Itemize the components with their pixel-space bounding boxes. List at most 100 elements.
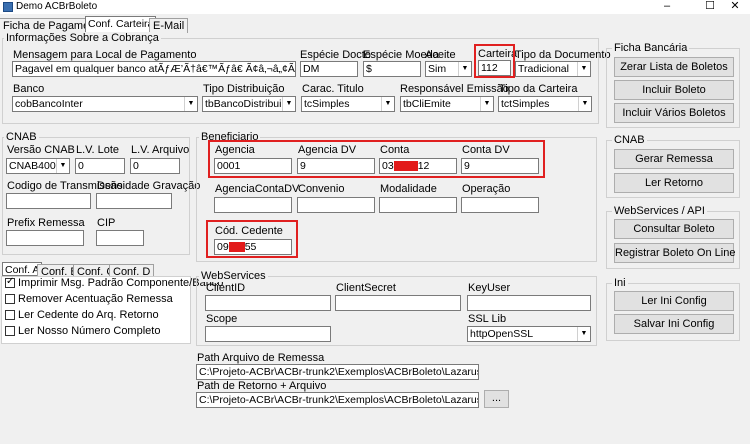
banco-label: Banco bbox=[13, 83, 45, 95]
densidade-field[interactable] bbox=[96, 193, 172, 209]
client-id-label: ClientID bbox=[206, 282, 246, 294]
incluir-varios-button[interactable]: Incluir Vários Boletos bbox=[614, 103, 734, 123]
tipo-documento-value: Tradicional bbox=[518, 63, 569, 75]
ssl-lib-select[interactable]: httpOpenSSL ▼ bbox=[467, 326, 591, 342]
ler-nosso-numero-checkbox[interactable] bbox=[5, 326, 15, 336]
carteira-highlight bbox=[474, 44, 515, 78]
carac-titulo-select[interactable]: tcSimples ▼ bbox=[301, 96, 395, 112]
path-retorno-label: Path de Retorno + Arquivo bbox=[197, 380, 327, 392]
convenio-field[interactable] bbox=[297, 197, 375, 213]
agencia-conta-dv-label: AgenciaContaDV bbox=[215, 183, 300, 195]
app-icon bbox=[3, 2, 13, 12]
close-button[interactable]: ✕ bbox=[720, 0, 750, 14]
versao-cnab-value: CNAB400 bbox=[9, 160, 56, 172]
codigo-transmissao-field[interactable] bbox=[6, 193, 91, 209]
zerar-lista-button[interactable]: Zerar Lista de Boletos bbox=[614, 57, 734, 77]
ficha-bancaria-title: Ficha Bancária bbox=[612, 42, 690, 54]
remover-acentuacao-checkbox[interactable] bbox=[5, 294, 15, 304]
tipo-distribuicao-select[interactable]: tbBancoDistribui ▼ bbox=[202, 96, 296, 112]
window-title: Demo ACBrBoleto bbox=[16, 1, 98, 12]
carac-titulo-value: tcSimples bbox=[304, 98, 350, 110]
scope-label: Scope bbox=[206, 313, 238, 325]
chevron-down-icon: ▼ bbox=[381, 97, 394, 111]
aceite-select[interactable]: Sim ▼ bbox=[425, 61, 472, 77]
minimize-button[interactable]: – bbox=[652, 0, 682, 14]
tipo-carteira-select[interactable]: tctSimples ▼ bbox=[498, 96, 592, 112]
path-remessa-label: Path Arquivo de Remessa bbox=[197, 352, 325, 364]
imprimir-msg-checkbox[interactable] bbox=[5, 276, 15, 288]
tab-conf-carteira[interactable]: Conf. Carteira bbox=[85, 16, 157, 33]
banco-select[interactable]: cobBancoInter ▼ bbox=[12, 96, 198, 112]
prefix-remessa-label: Prefix Remessa bbox=[7, 217, 85, 229]
client-id-field[interactable] bbox=[205, 295, 331, 311]
convenio-label: Convenio bbox=[298, 183, 345, 195]
tipo-carteira-label: Tipo da Carteira bbox=[499, 83, 578, 95]
versao-cnab-select[interactable]: CNAB400 ▼ bbox=[6, 158, 70, 174]
remover-acentuacao-label: Remover Acentuação Remessa bbox=[18, 293, 173, 305]
aceite-label: Aceite bbox=[425, 49, 456, 61]
ler-retorno-button[interactable]: Ler Retorno bbox=[614, 173, 734, 193]
modalidade-field[interactable] bbox=[379, 197, 457, 213]
tipo-carteira-value: tctSimples bbox=[501, 98, 550, 110]
chevron-down-icon: ▼ bbox=[578, 97, 591, 111]
webservices-api-title: WebServices / API bbox=[612, 205, 707, 217]
chevron-down-icon: ▼ bbox=[56, 159, 69, 173]
tipo-documento-select[interactable]: Tradicional ▼ bbox=[515, 61, 591, 77]
aceite-value: Sim bbox=[428, 63, 447, 75]
lv-lote-label: L.V. Lote bbox=[76, 144, 120, 156]
webservices-title: WebServices bbox=[199, 270, 268, 282]
consultar-boleto-button[interactable]: Consultar Boleto bbox=[614, 219, 734, 239]
tipo-distribuicao-value: tbBancoDistribui bbox=[205, 98, 282, 110]
lv-arquivo-field[interactable]: 0 bbox=[130, 158, 180, 174]
cod-cedente-highlight bbox=[206, 220, 298, 258]
responsavel-label: Responsável Emissão bbox=[400, 83, 509, 95]
chevron-down-icon: ▼ bbox=[577, 327, 590, 341]
carac-titulo-label: Carac. Titulo bbox=[302, 83, 364, 95]
registrar-boleto-button[interactable]: Registrar Boleto On Line bbox=[614, 243, 735, 263]
ssl-lib-label: SSL Lib bbox=[468, 313, 507, 325]
path-retorno-field[interactable]: C:\Projeto-ACBr\ACBr-trunk2\Exemplos\ACB… bbox=[196, 392, 479, 408]
agencia-conta-dv-field[interactable] bbox=[214, 197, 292, 213]
ssl-lib-value: httpOpenSSL bbox=[470, 328, 534, 340]
tab-email[interactable]: E-Mail bbox=[149, 18, 189, 33]
versao-cnab-label: Versão CNAB bbox=[7, 144, 75, 156]
cnab-actions-title: CNAB bbox=[612, 134, 647, 146]
incluir-boleto-button[interactable]: Incluir Boleto bbox=[614, 80, 734, 100]
chevron-down-icon: ▼ bbox=[184, 97, 197, 111]
scope-field[interactable] bbox=[205, 326, 331, 342]
responsavel-select[interactable]: tbCliEmite ▼ bbox=[400, 96, 494, 112]
chevron-down-icon: ▼ bbox=[458, 62, 471, 76]
operacao-label: Operação bbox=[462, 183, 511, 195]
responsavel-value: tbCliEmite bbox=[403, 98, 451, 110]
mensagem-field[interactable]: Pagavel em qualquer banco atÃƒÆ’Ã†â€™Ãƒâ… bbox=[12, 61, 296, 77]
tipo-distribuicao-label: Tipo Distribuição bbox=[203, 83, 285, 95]
cnab-config-title: CNAB bbox=[4, 131, 39, 143]
client-secret-label: ClientSecret bbox=[336, 282, 396, 294]
gerar-remessa-button[interactable]: Gerar Remessa bbox=[614, 149, 734, 169]
key-user-label: KeyUser bbox=[468, 282, 511, 294]
lv-arquivo-label: L.V. Arquivo bbox=[131, 144, 190, 156]
conta-highlight bbox=[208, 140, 545, 178]
key-user-field[interactable] bbox=[467, 295, 591, 311]
path-remessa-field[interactable]: C:\Projeto-ACBr\ACBr-trunk2\Exemplos\ACB… bbox=[196, 364, 479, 380]
ler-ini-button[interactable]: Ler Ini Config bbox=[614, 291, 734, 311]
mensagem-label: Mensagem para Local de Pagamento bbox=[13, 49, 197, 61]
salvar-ini-button[interactable]: Salvar Ini Config bbox=[614, 314, 734, 334]
especie-docto-field[interactable]: DM bbox=[300, 61, 358, 77]
operacao-field[interactable] bbox=[461, 197, 539, 213]
prefix-remessa-field[interactable] bbox=[6, 230, 84, 246]
chevron-down-icon: ▼ bbox=[480, 97, 493, 111]
banco-value: cobBancoInter bbox=[15, 98, 83, 110]
lv-lote-field[interactable]: 0 bbox=[75, 158, 125, 174]
imprimir-msg-label: Imprimir Msg. Padrão Componente/Banco bbox=[18, 277, 224, 289]
cobranca-title: Informações Sobre a Cobrança bbox=[4, 32, 161, 44]
ini-title: Ini bbox=[612, 277, 628, 289]
ler-cedente-checkbox[interactable] bbox=[5, 310, 15, 320]
especie-moeda-field[interactable]: $ bbox=[363, 61, 421, 77]
ler-nosso-numero-label: Ler Nosso Número Completo bbox=[18, 325, 161, 337]
cip-field[interactable] bbox=[96, 230, 144, 246]
browse-button[interactable]: ... bbox=[484, 390, 509, 408]
ler-cedente-label: Ler Cedente do Arq. Retorno bbox=[18, 309, 159, 321]
chevron-down-icon: ▼ bbox=[282, 97, 295, 111]
client-secret-field[interactable] bbox=[335, 295, 461, 311]
